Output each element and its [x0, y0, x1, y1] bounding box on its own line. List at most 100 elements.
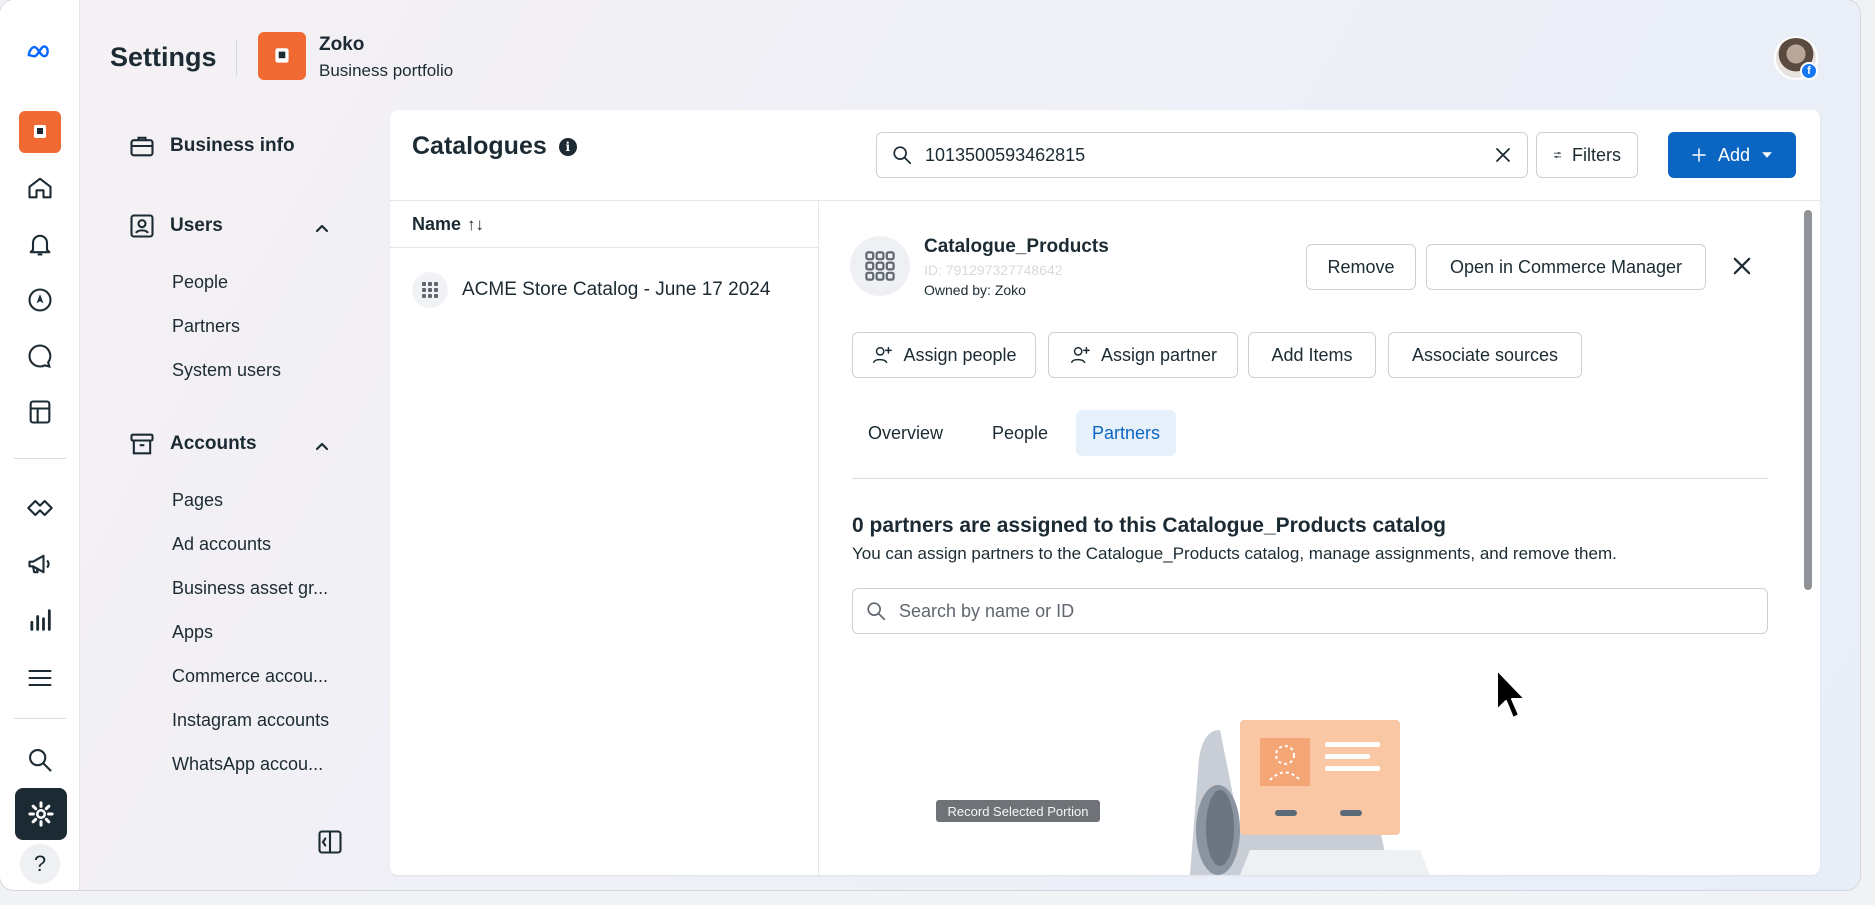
business-logo-icon [275, 48, 289, 63]
nav-item-ad-accounts[interactable]: Ad accounts [172, 534, 271, 555]
sliders-icon [1553, 152, 1562, 158]
handshake-icon[interactable] [16, 484, 64, 532]
filters-label: Filters [1572, 144, 1621, 165]
partners-search-input[interactable] [899, 600, 1755, 622]
briefcase-icon [130, 136, 154, 157]
help-glyph: ? [20, 844, 60, 884]
open-commerce-manager-button[interactable]: Open in Commerce Manager [1426, 244, 1706, 290]
home-icon[interactable] [16, 164, 64, 212]
partners-description: You can assign partners to the Catalogue… [852, 544, 1617, 563]
filters-button[interactable]: Filters [1536, 132, 1638, 178]
remove-button[interactable]: Remove [1306, 244, 1416, 290]
nav-item-pages[interactable]: Pages [172, 490, 223, 511]
tab-overview[interactable]: Overview [852, 410, 959, 456]
add-button[interactable]: Add [1668, 132, 1796, 178]
sort-icon: ↑↓ [467, 214, 485, 234]
app-window: ? Settings Zoko Business portfolio f Bus… [0, 0, 1860, 890]
nav-item-instagram-accounts[interactable]: Instagram accounts [172, 710, 329, 731]
menu-icon[interactable] [16, 654, 64, 702]
nav-item-people[interactable]: People [172, 272, 228, 293]
search-icon [893, 146, 912, 165]
page-title: Settings [110, 42, 217, 72]
chat-icon[interactable] [16, 332, 64, 380]
users-icon [130, 214, 154, 238]
partners-search-field[interactable] [852, 588, 1768, 634]
nav-users-label: Users [170, 215, 223, 236]
search-icon[interactable] [16, 736, 64, 784]
catalogues-card: Catalogues i 1013500593462815 Filters Ad… [390, 110, 1820, 875]
rail-divider [14, 718, 66, 719]
assign-partner-button[interactable]: Assign partner [1048, 332, 1238, 378]
catalogue-id: ID: 791297327748642 [924, 262, 1063, 278]
nav-item-apps[interactable]: Apps [172, 622, 213, 643]
search-value[interactable]: 1013500593462815 [925, 145, 1493, 166]
add-label: Add [1717, 144, 1751, 165]
nav-business-info-label: Business info [170, 135, 295, 156]
partners-heading: 0 partners are assigned to this Catalogu… [852, 514, 1446, 537]
plus-icon [1692, 148, 1706, 162]
add-person-icon [1070, 346, 1090, 364]
caret-down-icon [1762, 152, 1772, 158]
bar-chart-icon[interactable] [16, 596, 64, 644]
empty-state-illustration [1190, 720, 1430, 875]
nav-item-whatsapp-accounts[interactable]: WhatsApp accou... [172, 754, 323, 775]
header-divider [236, 40, 237, 76]
nav-item-business-asset-groups[interactable]: Business asset gr... [172, 578, 328, 599]
compass-icon[interactable] [16, 276, 64, 324]
nav-business-info[interactable]: Business info [128, 132, 295, 160]
facebook-badge-icon: f [1800, 62, 1818, 80]
assign-people-label: Assign people [903, 344, 1017, 365]
add-items-label: Add Items [1271, 344, 1353, 365]
nav-item-partners[interactable]: Partners [172, 316, 240, 337]
nav-item-system-users[interactable]: System users [172, 360, 281, 381]
nav-users[interactable]: Users [128, 212, 223, 240]
search-icon [867, 602, 886, 621]
assign-partner-label: Assign partner [1100, 344, 1218, 365]
nav-accounts-label: Accounts [170, 433, 257, 454]
archive-icon [130, 433, 154, 455]
collapse-sidebar-icon[interactable] [316, 828, 344, 856]
close-icon[interactable] [1730, 254, 1754, 278]
record-selected-portion-label: Record Selected Portion [936, 800, 1100, 822]
nav-accounts[interactable]: Accounts [128, 430, 257, 458]
meta-logo-icon[interactable] [16, 28, 64, 76]
add-items-button[interactable]: Add Items [1248, 332, 1376, 378]
nav-item-commerce-accounts[interactable]: Commerce accou... [172, 666, 328, 687]
business-avatar[interactable] [258, 32, 306, 80]
add-person-icon [873, 346, 893, 364]
panel-divider [818, 200, 819, 875]
business-name[interactable]: Zoko [319, 34, 364, 56]
info-icon[interactable]: i [558, 137, 577, 156]
open-label: Open in Commerce Manager [1449, 256, 1683, 277]
left-rail: ? [0, 0, 80, 890]
help-icon[interactable]: ? [16, 844, 64, 884]
catalogues-title-text: Catalogues [412, 132, 547, 160]
pages-icon[interactable] [16, 388, 64, 436]
tab-people[interactable]: People [976, 410, 1064, 456]
mouse-cursor-icon [1496, 669, 1526, 719]
business-icon[interactable] [16, 108, 64, 156]
associate-sources-button[interactable]: Associate sources [1388, 332, 1582, 378]
name-column-label: Name [412, 214, 462, 234]
megaphone-icon[interactable] [16, 540, 64, 588]
associate-sources-label: Associate sources [1411, 344, 1559, 365]
rail-divider [14, 458, 66, 459]
name-column-header[interactable]: Name ↑↓ [412, 214, 484, 235]
business-subtitle: Business portfolio [319, 61, 454, 80]
chevron-up-icon[interactable] [312, 436, 332, 456]
catalogue-search-input[interactable]: 1013500593462815 [876, 132, 1528, 178]
gear-icon[interactable] [15, 788, 67, 840]
bell-icon[interactable] [16, 220, 64, 268]
list-header-divider [390, 247, 818, 248]
grid-icon [412, 272, 448, 308]
remove-label: Remove [1327, 256, 1395, 277]
chevron-up-icon[interactable] [312, 218, 332, 238]
catalogue-grid-icon [850, 236, 910, 296]
clear-search-icon[interactable] [1493, 145, 1513, 165]
assign-people-button[interactable]: Assign people [852, 332, 1036, 378]
scrollbar[interactable] [1804, 210, 1812, 590]
catalogue-row[interactable]: ACME Store Catalog - June 17 2024 [412, 272, 770, 308]
tab-partners[interactable]: Partners [1076, 410, 1177, 456]
header-divider [390, 200, 1820, 201]
catalogue-name: Catalogue_Products [924, 236, 1109, 257]
